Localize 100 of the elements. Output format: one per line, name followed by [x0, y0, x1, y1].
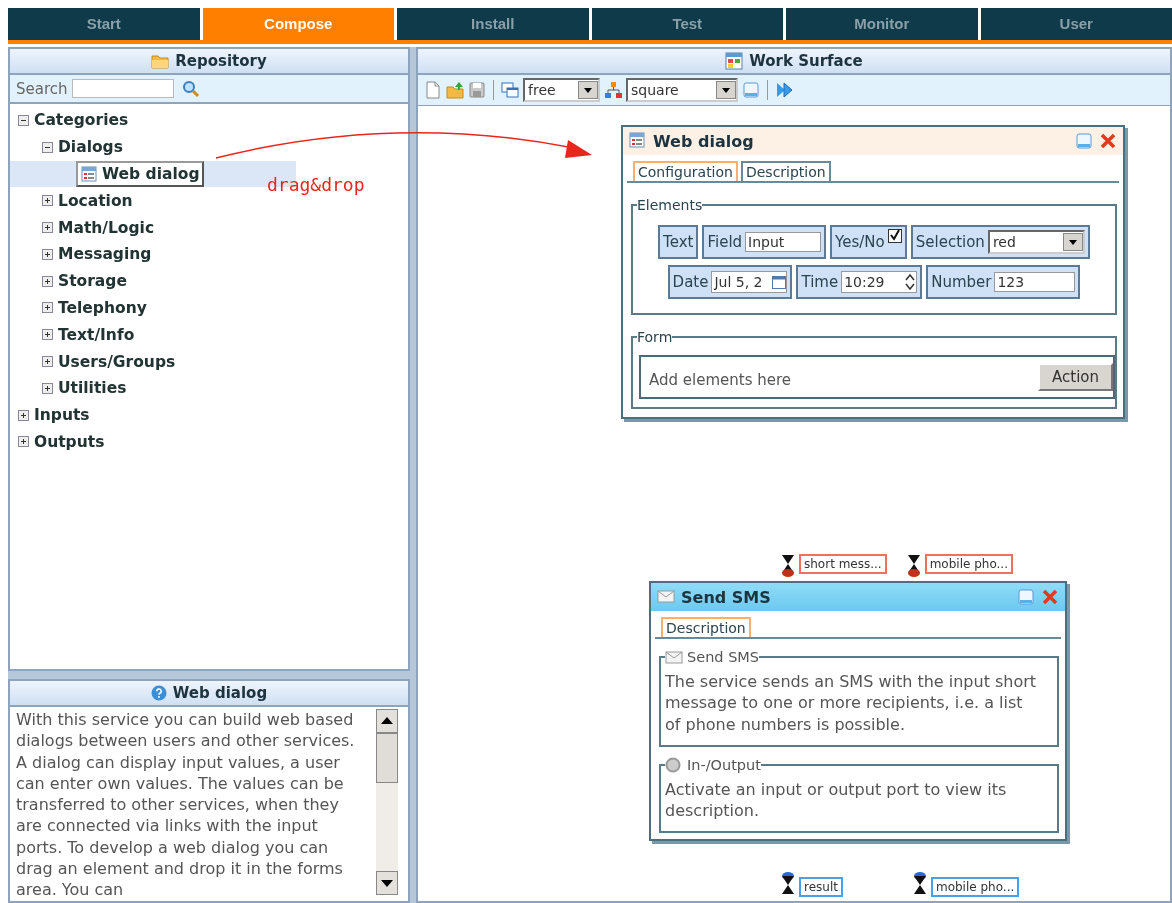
tree-label: Dialogs — [58, 138, 123, 157]
panel-title: Repository — [175, 52, 267, 70]
panel-title: Work Surface — [749, 52, 863, 70]
open-folder-icon[interactable] — [446, 81, 464, 99]
tree-label: Storage — [58, 272, 127, 291]
hierarchy-icon[interactable] — [604, 81, 622, 99]
search-field[interactable] — [71, 79, 174, 98]
input-port-icon[interactable] — [906, 554, 921, 578]
scroll-up-icon[interactable] — [376, 709, 398, 733]
nav-tab[interactable]: Monitor — [786, 8, 978, 40]
tree-label: Text/Info — [58, 325, 135, 344]
nav-tab[interactable]: Start — [8, 8, 200, 40]
caret-icon — [578, 81, 598, 99]
expand-icon[interactable] — [42, 382, 53, 394]
tree-item[interactable]: Messaging — [10, 241, 408, 268]
checkbox[interactable] — [887, 229, 902, 243]
tree-label: Users/Groups — [58, 352, 176, 371]
output-port-icon[interactable] — [912, 871, 927, 895]
palette-element[interactable]: Yes/No — [830, 225, 907, 259]
save-icon[interactable] — [468, 81, 486, 99]
panel-title: Web dialog — [172, 684, 268, 702]
tree-item[interactable]: Users/Groups — [10, 348, 408, 375]
group-legend: Form — [637, 329, 673, 345]
tree-label: Inputs — [34, 406, 90, 425]
dropdown[interactable]: free — [523, 78, 600, 102]
tree-label: Messaging — [58, 245, 152, 264]
scroll-thumb[interactable] — [376, 733, 398, 783]
output-port-icon[interactable] — [781, 871, 795, 895]
number-field[interactable]: 123 — [994, 272, 1076, 292]
run-icon[interactable] — [775, 81, 793, 99]
palette-element[interactable]: Field Input — [702, 225, 827, 259]
spinner-icon[interactable] — [904, 273, 917, 291]
collapse-icon[interactable] — [42, 141, 53, 153]
window-tab[interactable]: Configuration — [633, 161, 738, 181]
palette-element[interactable]: Date Jul 5, 2 — [667, 265, 793, 299]
palette-element[interactable]: Time 10:29 — [796, 265, 923, 299]
tree-item[interactable]: Math/Logic — [10, 214, 408, 241]
folder-icon — [151, 52, 170, 70]
tree-label: Utilities — [58, 379, 127, 398]
dropdown[interactable]: red — [987, 230, 1085, 254]
nav-tab[interactable]: Test — [591, 8, 783, 40]
tree-label: Location — [58, 191, 133, 210]
drop-hint: Add elements here — [649, 371, 792, 389]
close-icon[interactable] — [1041, 588, 1059, 606]
envelope-icon — [665, 649, 683, 665]
collapse-icon[interactable] — [18, 114, 29, 126]
expand-icon[interactable] — [42, 356, 53, 368]
scroll-down-icon[interactable] — [376, 871, 398, 895]
window-tab[interactable]: Description — [740, 161, 831, 181]
tree-item[interactable]: Inputs — [10, 401, 408, 429]
port-icon — [665, 756, 683, 773]
tree-item[interactable]: Dialogs — [10, 133, 408, 161]
element-label: Number — [931, 273, 992, 291]
element-label: Text — [663, 233, 694, 251]
element-label: Yes/No — [835, 233, 885, 251]
tree-label: Web dialog — [102, 165, 200, 183]
tree-item[interactable]: Categories — [10, 107, 408, 134]
port-label: mobile pho... — [924, 554, 1013, 574]
description-text: Activate an input or output port to view its description. — [665, 778, 1008, 822]
expand-icon[interactable] — [42, 275, 53, 287]
dropdown[interactable]: square — [626, 78, 738, 102]
caret-icon — [716, 81, 736, 99]
tree-item[interactable]: Utilities — [10, 374, 408, 402]
tree-item[interactable]: Text/Info — [10, 321, 408, 349]
expand-icon[interactable] — [42, 329, 53, 341]
expand-icon[interactable] — [42, 195, 53, 207]
port-label: mobile pho... — [930, 877, 1020, 897]
group-legend: Elements — [637, 197, 703, 213]
window-tab[interactable]: Description — [661, 617, 751, 637]
expand-icon[interactable] — [18, 409, 29, 421]
close-icon[interactable] — [1099, 132, 1117, 150]
expand-icon[interactable] — [42, 222, 53, 234]
windows-icon[interactable] — [501, 81, 519, 99]
tree-item[interactable]: Telephony — [10, 294, 408, 322]
help-text: With this service you can build web based dialogs between users and other services. A dialog can display input values, a user can enter own values. The values can be transferred to other services, when they are connected via links with the input ports. To develop a web dialog you can drag an element and drop it in the forms area. You can — [15, 709, 356, 901]
action-button[interactable]: Action — [1038, 363, 1113, 391]
port-label: short mess... — [799, 554, 887, 574]
nav-tab[interactable]: Install — [397, 8, 589, 40]
nav-tab[interactable]: User — [980, 8, 1172, 40]
search-icon[interactable] — [181, 79, 200, 98]
scrollbar[interactable] — [376, 709, 398, 895]
input-port-icon[interactable] — [781, 554, 795, 578]
tree-label: Outputs — [34, 432, 105, 451]
envelope-icon — [657, 588, 675, 606]
expand-icon[interactable] — [42, 248, 53, 260]
palette-element[interactable]: Text — [658, 225, 699, 259]
tree-label: Categories — [34, 111, 129, 130]
tree-label: Telephony — [58, 298, 147, 317]
date-field[interactable]: Jul 5, 2 — [711, 271, 788, 293]
palette-element[interactable]: Number 123 — [926, 265, 1081, 299]
expand-icon[interactable] — [42, 302, 53, 314]
palette-element[interactable]: Selection red — [910, 225, 1090, 259]
time-field[interactable]: 10:29 — [841, 271, 918, 293]
group-legend: In-/Output — [687, 756, 761, 773]
text-field[interactable]: Input — [745, 232, 822, 252]
tree-item[interactable]: Storage — [10, 267, 408, 295]
expand-icon[interactable] — [18, 436, 29, 448]
tree-item[interactable]: Outputs — [10, 428, 408, 456]
caret-icon — [1062, 233, 1083, 251]
form-icon — [81, 166, 97, 182]
